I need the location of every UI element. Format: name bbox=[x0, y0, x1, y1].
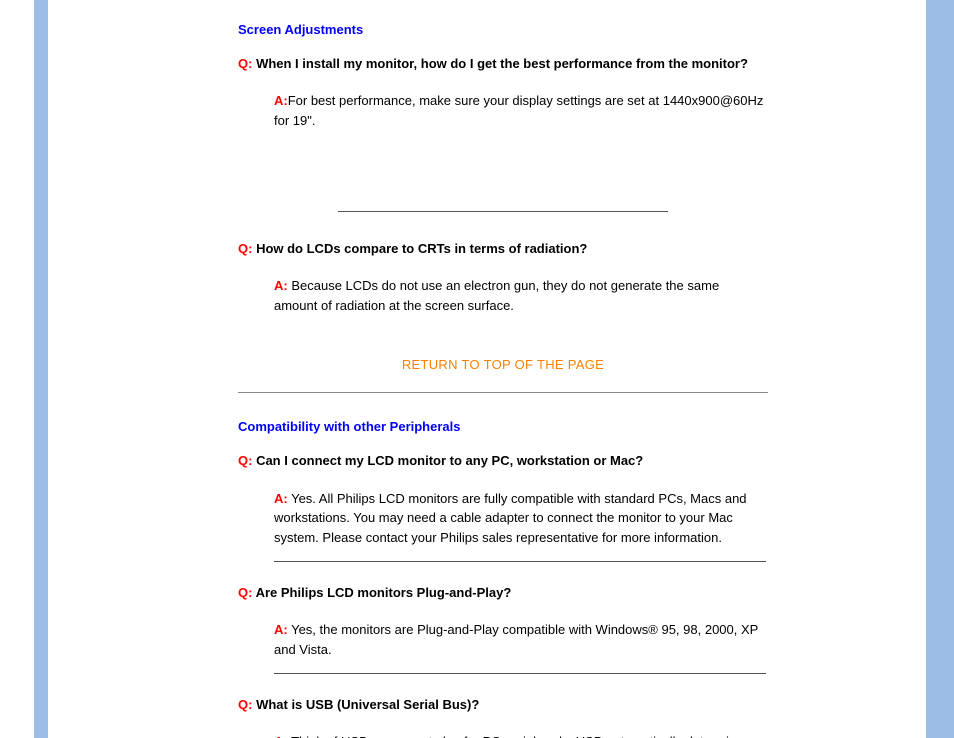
faq-answer-3: A: Yes. All Philips LCD monitors are ful… bbox=[274, 489, 766, 563]
q-text: How do LCDs compare to CRTs in terms of … bbox=[252, 241, 587, 256]
return-to-top-wrap: RETURN TO TOP OF THE PAGE bbox=[238, 357, 768, 372]
left-blue-strip bbox=[34, 0, 48, 738]
q-text: Are Philips LCD monitors Plug-and-Play? bbox=[252, 585, 511, 600]
page-wrapper: Screen Adjustments Q: When I install my … bbox=[0, 0, 954, 738]
a-text: Because LCDs do not use an electron gun,… bbox=[274, 278, 719, 313]
a-label: A: bbox=[274, 734, 288, 738]
answer-divider bbox=[274, 561, 766, 562]
q-text: Can I connect my LCD monitor to any PC, … bbox=[252, 453, 643, 468]
q-text: When I install my monitor, how do I get … bbox=[252, 56, 747, 71]
faq-answer-1: A:For best performance, make sure your d… bbox=[274, 91, 766, 130]
a-text: Yes, the monitors are Plug-and-Play comp… bbox=[274, 622, 758, 657]
faq-question-1: Q: When I install my monitor, how do I g… bbox=[238, 55, 768, 73]
q-label: Q: bbox=[238, 241, 252, 256]
a-text: Think of USB as a smart plug for PC peri… bbox=[274, 734, 765, 738]
q-label: Q: bbox=[238, 585, 252, 600]
faq-question-5: Q: What is USB (Universal Serial Bus)? bbox=[238, 696, 768, 714]
a-label: A: bbox=[274, 93, 288, 108]
q-text: What is USB (Universal Serial Bus)? bbox=[252, 697, 479, 712]
a-label: A: bbox=[274, 622, 288, 637]
a-text: Yes. All Philips LCD monitors are fully … bbox=[274, 491, 747, 545]
a-label: A: bbox=[274, 491, 288, 506]
faq-answer-2: A: Because LCDs do not use an electron g… bbox=[274, 276, 766, 315]
q-label: Q: bbox=[238, 56, 252, 71]
section-divider bbox=[238, 392, 768, 393]
right-blue-strip bbox=[926, 0, 954, 738]
faq-question-3: Q: Can I connect my LCD monitor to any P… bbox=[238, 452, 768, 470]
section-title-screen-adjustments: Screen Adjustments bbox=[238, 22, 768, 37]
faq-answer-5: A: Think of USB as a smart plug for PC p… bbox=[274, 732, 766, 738]
a-label: A: bbox=[274, 278, 288, 293]
main-content: Screen Adjustments Q: When I install my … bbox=[238, 22, 768, 738]
faq-question-2: Q: How do LCDs compare to CRTs in terms … bbox=[238, 240, 768, 258]
q-label: Q: bbox=[238, 697, 252, 712]
divider bbox=[238, 204, 768, 218]
q-label: Q: bbox=[238, 453, 252, 468]
return-to-top-link[interactable]: RETURN TO TOP OF THE PAGE bbox=[402, 357, 604, 372]
faq-answer-4: A: Yes, the monitors are Plug-and-Play c… bbox=[274, 620, 766, 674]
answer-divider bbox=[274, 673, 766, 674]
faq-question-4: Q: Are Philips LCD monitors Plug-and-Pla… bbox=[238, 584, 768, 602]
a-text: For best performance, make sure your dis… bbox=[274, 93, 763, 128]
section-title-compatibility: Compatibility with other Peripherals bbox=[238, 419, 768, 434]
